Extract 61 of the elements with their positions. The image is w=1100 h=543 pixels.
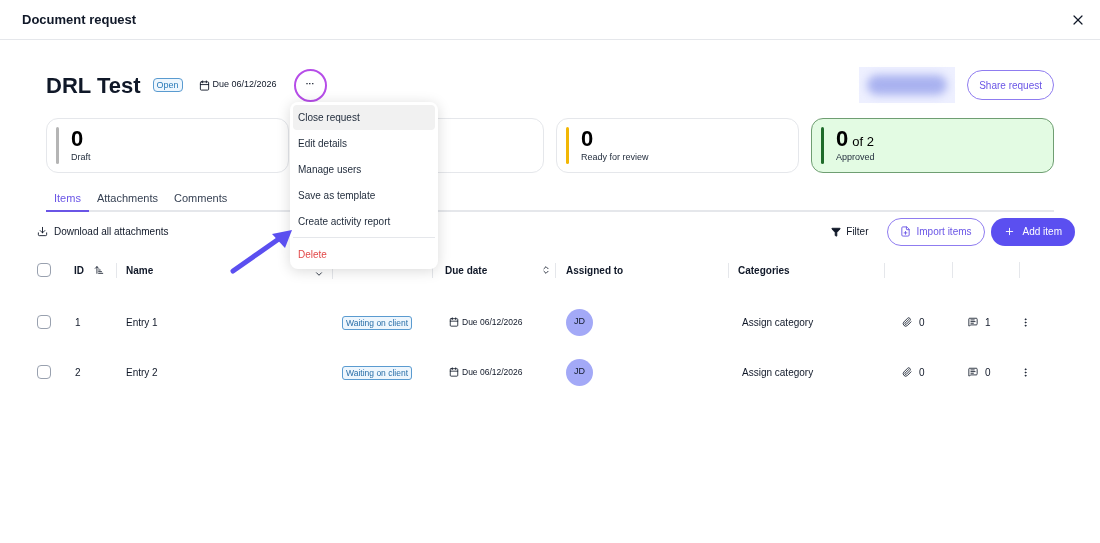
attachment-count: 0	[919, 315, 925, 330]
comment-icon	[968, 367, 978, 377]
assign-category-link[interactable]: Assign category	[729, 364, 885, 380]
comment-icon	[968, 317, 978, 327]
download-all-link[interactable]: Download all attachments	[54, 224, 169, 239]
menu-item[interactable]: Save as template	[293, 183, 435, 208]
stat-total: of 2	[852, 132, 874, 151]
row-checkbox[interactable]	[37, 365, 51, 379]
filter-button[interactable]: Filter	[831, 224, 869, 239]
id-cell-text: 2	[74, 365, 82, 380]
comment-count: 0	[985, 365, 991, 380]
paperclip-icon	[902, 317, 912, 327]
stat-label: Ready for review	[581, 150, 649, 164]
plus-icon	[1003, 226, 1015, 237]
calendar-icon	[449, 317, 459, 327]
add-item-button[interactable]: Add item	[990, 217, 1075, 246]
stat-count: 0	[581, 126, 594, 151]
stat-count: 0	[71, 126, 84, 151]
select-all-checkbox[interactable]	[37, 263, 51, 277]
request-title: DRL Test	[46, 71, 141, 100]
dialog-title: Document request	[22, 10, 137, 29]
menu-item[interactable]: Close request	[293, 105, 435, 130]
avatar: JD	[566, 308, 593, 336]
menu-item[interactable]: Edit details	[293, 131, 435, 156]
stat-count: 0	[836, 126, 849, 151]
sort-icon[interactable]	[94, 265, 104, 275]
download-icon	[37, 226, 48, 237]
file-plus-icon	[899, 226, 911, 237]
due-date: Due 06/12/2026	[212, 78, 277, 92]
tab[interactable]: Comments	[166, 187, 236, 212]
column-header[interactable]: Categories	[738, 264, 790, 276]
attachment-count: 0	[919, 365, 925, 380]
filter-icon	[831, 226, 842, 237]
status-badge: Waiting on client	[342, 365, 413, 380]
assign-category-link[interactable]: Assign category	[729, 314, 885, 330]
due-date-cell: Due 06/12/2026	[462, 365, 523, 379]
menu-item[interactable]: Manage users	[293, 157, 435, 182]
column-header[interactable]: Due date	[445, 262, 488, 278]
tab[interactable]: Items	[46, 187, 89, 212]
calendar-icon	[449, 367, 459, 377]
caret-icon[interactable]	[314, 269, 324, 279]
menu-item[interactable]: Create activity report	[293, 209, 435, 234]
avatar: JD	[566, 358, 593, 386]
id-cell-text: 1	[74, 315, 82, 330]
paperclip-icon	[902, 367, 912, 377]
sort-icon[interactable]	[541, 265, 551, 275]
menu-item[interactable]: Delete	[293, 242, 435, 267]
stat-label: Draft	[71, 150, 91, 164]
comment-count: 1	[985, 315, 991, 330]
row-checkbox[interactable]	[37, 315, 51, 329]
name-cell-text: Entry 1	[125, 315, 159, 330]
name-cell-text: Entry 2	[125, 365, 159, 380]
calendar-icon	[198, 79, 210, 91]
status-badge: Waiting on client	[342, 315, 413, 330]
column-header[interactable]: ID	[74, 262, 84, 278]
status-badge: Open	[152, 78, 183, 92]
column-header[interactable]: Assigned to	[566, 264, 624, 276]
due-date-cell: Due 06/12/2026	[462, 315, 523, 329]
tab[interactable]: Attachments	[88, 187, 167, 212]
stat-label: Approved	[836, 151, 875, 164]
column-header[interactable]: Name	[126, 262, 154, 278]
